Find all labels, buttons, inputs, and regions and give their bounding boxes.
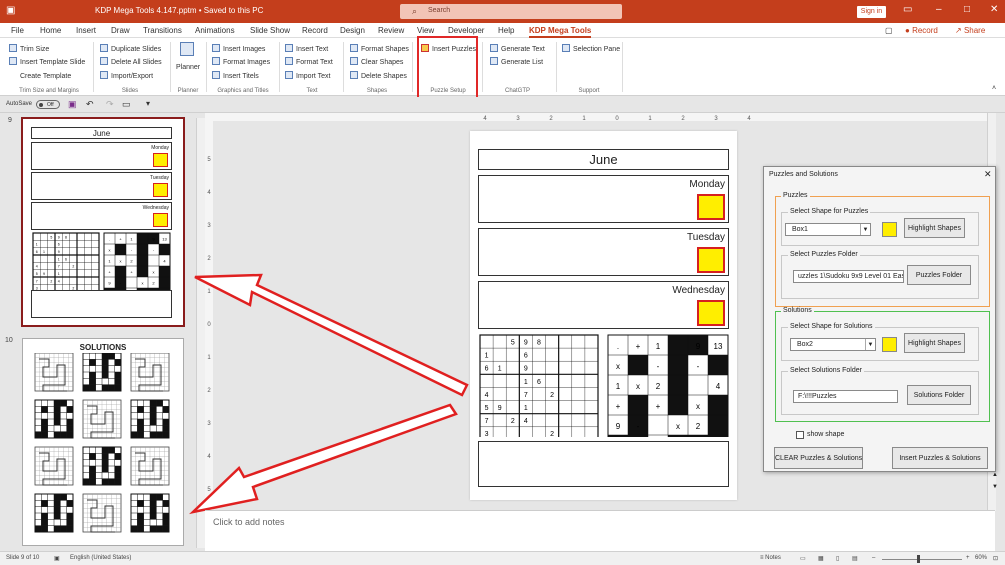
chevron-down-icon: ▼ [865,339,875,350]
slide-sorter-icon[interactable]: ▦ [818,555,824,562]
fit-slide-icon[interactable]: ⊡ [993,555,998,562]
normal-view-icon[interactable]: ▭ [800,555,806,562]
puzzles-color-swatch[interactable] [882,222,897,237]
select-solutions-folder-label: Select Solutions Folder [788,367,864,374]
language[interactable]: English (United States) [70,555,131,561]
solutions-shape-select[interactable]: Box2 ▼ [790,338,876,351]
highlight-shapes-solutions-button[interactable]: Highlight Shapes [904,333,965,353]
solutions-color-swatch[interactable] [882,337,897,352]
slide-counter: Slide 9 of 10 [6,555,40,561]
notes-pane[interactable]: Click to add notes [205,510,995,551]
dialog-close-icon[interactable]: ✕ [984,169,992,180]
solutions-folder-input[interactable]: F:\!!!Puzzles [793,390,898,403]
solutions-shape-value: Box2 [797,341,813,348]
select-shape-solutions-label: Select Shape for Solutions [788,323,875,330]
arrow-to-slide10 [189,403,458,515]
zoom-level[interactable]: 60% [975,555,987,561]
puzzles-legend: Puzzles [781,192,810,199]
solutions-legend: Solutions [781,307,814,314]
dialog-title: Puzzles and Solutions [769,171,838,178]
puzzles-shape-value: Box1 [792,226,808,233]
show-shape-checkbox[interactable] [796,431,804,439]
highlight-shapes-puzzles-button[interactable]: Highlight Shapes [904,218,965,238]
notes-button-label: Notes [765,555,781,561]
solutions-folder-button[interactable]: Solutions Folder [907,385,971,405]
arrow-to-slide9 [194,273,469,397]
puzzles-folder-input[interactable]: uzzles 1\Sudoku 9x9 Level 01 Easy [793,270,904,283]
zoom-slider[interactable] [882,559,962,560]
spelling-icon[interactable]: ▣ [54,555,60,562]
select-puzzles-folder-label: Select Puzzles Folder [788,251,860,258]
puzzles-solutions-dialog: Puzzles and Solutions ✕ Puzzles Select S… [763,166,996,472]
puzzles-shape-select[interactable]: Box1 ▼ [785,223,871,236]
notes-placeholder: Click to add notes [213,517,285,527]
chevron-down-icon: ▼ [860,224,870,235]
show-shape-label: show shape [807,431,845,438]
insert-puzzles-solutions-button[interactable]: Insert Puzzles & Solutions [892,447,988,469]
status-bar: Slide 9 of 10 ▣ English (United States) … [0,551,1005,565]
puzzles-folder-button[interactable]: Puzzles Folder [907,265,971,285]
clear-puzzles-solutions-button[interactable]: CLEAR Puzzles & Solutions [774,447,863,469]
zoom-out-icon[interactable]: – [872,555,875,561]
notes-button[interactable]: ≡ Notes [760,555,781,561]
zoom-in-icon[interactable]: + [966,555,970,561]
reading-view-icon[interactable]: ▯ [836,555,839,562]
select-shape-puzzles-label: Select Shape for Puzzles [788,208,871,215]
zoom-slider-thumb[interactable] [917,555,920,563]
slideshow-icon[interactable]: ▤ [852,555,858,562]
